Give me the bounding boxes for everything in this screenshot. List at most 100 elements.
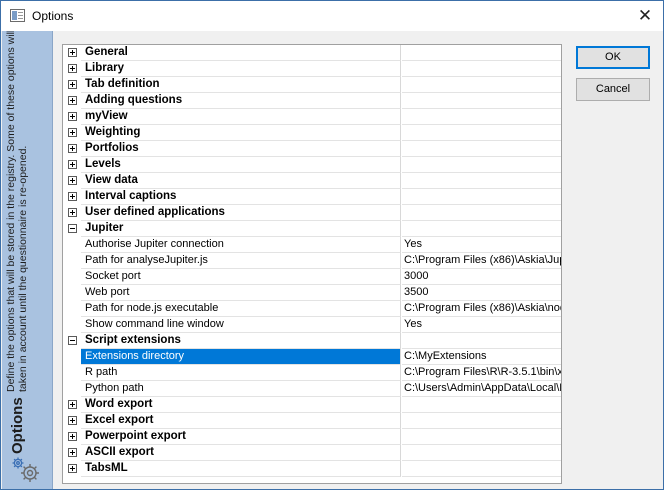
expand-icon[interactable]: [68, 48, 77, 57]
property-name-cell[interactable]: Authorise Jupiter connection: [63, 237, 401, 253]
category-row[interactable]: Word export: [63, 397, 561, 413]
expand-icon[interactable]: [68, 144, 77, 153]
expand-icon[interactable]: [68, 448, 77, 457]
property-name-cell[interactable]: myView: [63, 109, 401, 125]
property-label: Path for analyseJupiter.js: [85, 254, 208, 266]
property-name-cell[interactable]: View data: [63, 173, 401, 189]
property-row[interactable]: R path C:\Program Files\R\R-3.5.1\bin\x64: [63, 365, 561, 381]
property-name-cell[interactable]: Tab definition: [63, 77, 401, 93]
row-gutter: [63, 285, 81, 301]
expand-icon[interactable]: [68, 416, 77, 425]
expand-icon[interactable]: [68, 128, 77, 137]
category-row[interactable]: Tab definition: [63, 77, 561, 93]
property-row[interactable]: Socket port 3000: [63, 269, 561, 285]
property-value-cell[interactable]: C:\Users\Admin\AppData\Local\Programs: [402, 381, 561, 397]
row-gutter: [63, 77, 81, 93]
property-name-cell[interactable]: Jupiter: [63, 221, 401, 237]
property-row[interactable]: Show command line window Yes: [63, 317, 561, 333]
category-row[interactable]: User defined applications: [63, 205, 561, 221]
property-value-cell[interactable]: Yes: [402, 317, 561, 333]
property-name-cell[interactable]: Powerpoint export: [63, 429, 401, 445]
expand-icon[interactable]: [68, 176, 77, 185]
property-row[interactable]: Web port 3500: [63, 285, 561, 301]
category-row[interactable]: Jupiter: [63, 221, 561, 237]
property-name-cell[interactable]: Library: [63, 61, 401, 77]
options-property-grid[interactable]: General Library Tab definition Adding quest…: [62, 44, 562, 484]
property-row[interactable]: Extensions directory C:\MyExtensions: [63, 349, 561, 365]
property-name-cell[interactable]: Python path: [63, 381, 401, 397]
collapse-icon[interactable]: [68, 336, 77, 345]
category-row[interactable]: Powerpoint export: [63, 429, 561, 445]
category-row[interactable]: Weighting: [63, 125, 561, 141]
collapse-icon[interactable]: [68, 224, 77, 233]
category-row[interactable]: Interval captions: [63, 189, 561, 205]
category-label: myView: [85, 110, 128, 122]
category-row[interactable]: Portfolios: [63, 141, 561, 157]
property-row[interactable]: Python path C:\Users\Admin\AppData\Local\…: [63, 381, 561, 397]
expand-icon[interactable]: [68, 208, 77, 217]
cancel-button[interactable]: Cancel: [576, 78, 650, 101]
category-label: View data: [85, 174, 138, 186]
property-name-cell[interactable]: Extensions directory: [63, 349, 401, 365]
property-value-cell[interactable]: 3500: [402, 285, 561, 301]
expand-icon[interactable]: [68, 192, 77, 201]
expand-icon[interactable]: [68, 400, 77, 409]
property-value-cell[interactable]: C:\Program Files\R\R-3.5.1\bin\x64: [402, 365, 561, 381]
category-row[interactable]: Adding questions: [63, 93, 561, 109]
category-row[interactable]: View data: [63, 173, 561, 189]
expand-icon[interactable]: [68, 160, 77, 169]
property-value-cell[interactable]: C:\Program Files (x86)\Askia\node: [402, 301, 561, 317]
property-value-cell: [402, 109, 561, 125]
property-name-cell[interactable]: Show command line window: [63, 317, 401, 333]
category-row[interactable]: Script extensions: [63, 333, 561, 349]
property-value-cell[interactable]: C:\MyExtensions: [402, 349, 561, 365]
property-name-cell[interactable]: Path for node.js executable: [63, 301, 401, 317]
expand-icon[interactable]: [68, 112, 77, 121]
property-name-cell[interactable]: Path for analyseJupiter.js: [63, 253, 401, 269]
category-row[interactable]: Excel export: [63, 413, 561, 429]
row-gutter: [63, 45, 81, 61]
property-name-cell[interactable]: R path: [63, 365, 401, 381]
property-value-cell: [402, 205, 561, 221]
expand-icon[interactable]: [68, 432, 77, 441]
property-name-cell[interactable]: TabsML: [63, 461, 401, 477]
property-name-cell[interactable]: ASCII export: [63, 445, 401, 461]
property-name-cell[interactable]: Adding questions: [63, 93, 401, 109]
property-name-cell[interactable]: User defined applications: [63, 205, 401, 221]
property-row[interactable]: Path for analyseJupiter.js C:\Program Fil…: [63, 253, 561, 269]
property-name-cell[interactable]: General: [63, 45, 401, 61]
property-name-cell[interactable]: Portfolios: [63, 141, 401, 157]
property-value-cell[interactable]: Yes: [402, 237, 561, 253]
category-row[interactable]: ASCII export: [63, 445, 561, 461]
property-name-cell[interactable]: Socket port: [63, 269, 401, 285]
row-gutter: [63, 125, 81, 141]
property-row[interactable]: Authorise Jupiter connection Yes: [63, 237, 561, 253]
property-name-cell[interactable]: Excel export: [63, 413, 401, 429]
category-row[interactable]: Library: [63, 61, 561, 77]
ok-button[interactable]: OK: [576, 46, 650, 69]
expand-icon[interactable]: [68, 80, 77, 89]
property-label: Authorise Jupiter connection: [85, 238, 224, 250]
category-row[interactable]: TabsML: [63, 461, 561, 477]
expand-icon[interactable]: [68, 64, 77, 73]
expand-icon[interactable]: [68, 464, 77, 473]
row-gutter: [63, 189, 81, 205]
expand-icon[interactable]: [68, 96, 77, 105]
row-gutter: [63, 141, 81, 157]
property-name-cell[interactable]: Word export: [63, 397, 401, 413]
property-value-cell[interactable]: C:\Program Files (x86)\Askia\Jupiter: [402, 253, 561, 269]
property-row[interactable]: Path for node.js executable C:\Program Fi…: [63, 301, 561, 317]
property-name-cell[interactable]: Script extensions: [63, 333, 401, 349]
property-value-cell: [402, 461, 561, 477]
category-row[interactable]: myView: [63, 109, 561, 125]
close-button[interactable]: ✕: [631, 3, 659, 29]
category-row[interactable]: General: [63, 45, 561, 61]
property-name-cell[interactable]: Levels: [63, 157, 401, 173]
property-value-cell[interactable]: 3000: [402, 269, 561, 285]
property-name-cell[interactable]: Web port: [63, 285, 401, 301]
property-name-cell[interactable]: Weighting: [63, 125, 401, 141]
property-value-cell: [402, 173, 561, 189]
property-name-cell[interactable]: Interval captions: [63, 189, 401, 205]
category-label: TabsML: [85, 462, 128, 474]
category-row[interactable]: Levels: [63, 157, 561, 173]
